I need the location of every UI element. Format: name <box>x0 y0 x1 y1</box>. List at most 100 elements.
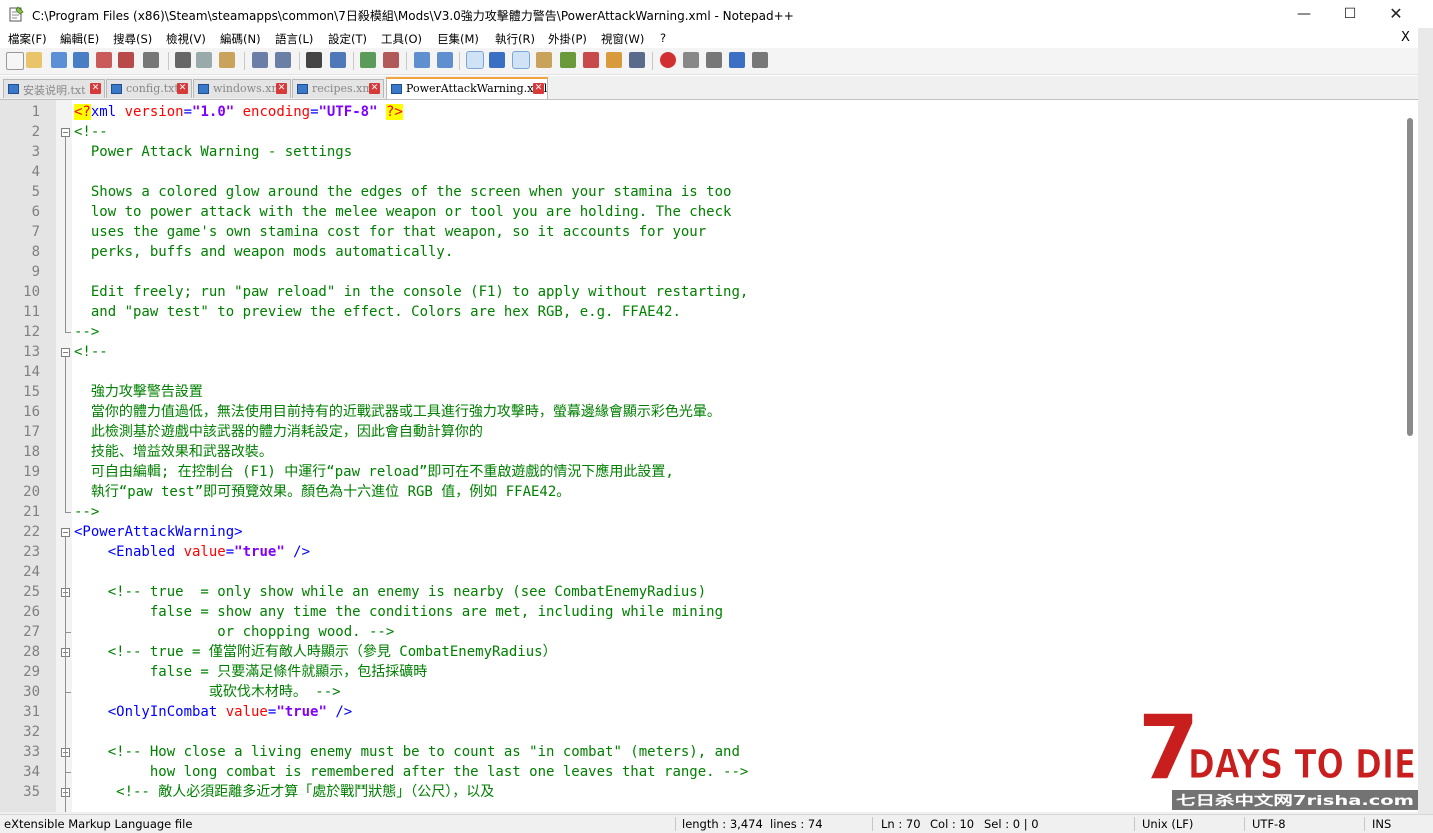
code-line[interactable]: false = 只要滿足條件就顯示，包括採礦時 <box>74 662 427 682</box>
close-document-icon[interactable]: X <box>1401 30 1410 45</box>
document-map-icon[interactable] <box>560 52 576 68</box>
menu-plugins[interactable]: 外掛(P) <box>548 31 587 47</box>
code-token: = <box>183 104 193 120</box>
code-line[interactable]: Power Attack Warning - settings <box>74 142 352 162</box>
run-macro-multiple-icon[interactable] <box>729 52 745 68</box>
menu-search[interactable]: 搜尋(S) <box>113 31 152 47</box>
code-line[interactable]: low to power attack with the melee weapo… <box>74 202 732 222</box>
word-wrap-icon[interactable] <box>466 51 484 69</box>
maximize-button[interactable]: ☐ <box>1327 0 1373 28</box>
code-line[interactable]: 當你的體力值過低，無法使用目前持有的近戰武器或工具進行強力攻擊時，螢幕邊緣會顯示… <box>74 402 721 422</box>
menu-help[interactable]: ? <box>660 31 666 45</box>
close-file-icon[interactable] <box>96 52 112 68</box>
folder-as-workspace-icon[interactable] <box>606 52 622 68</box>
line-number: 2 <box>31 124 40 140</box>
code-line[interactable]: perks, buffs and weapon mods automatical… <box>74 242 453 262</box>
code-line[interactable]: <!-- true = 僅當附近有敵人時顯示（參見 CombatEnemyRad… <box>74 642 557 662</box>
code-line[interactable]: --> <box>74 502 99 522</box>
code-line[interactable]: Shows a colored glow around the edges of… <box>74 182 732 202</box>
menu-window[interactable]: 視窗(W) <box>601 31 644 47</box>
tab-recipes-xml[interactable]: recipes.xml ✕ <box>292 79 384 98</box>
tab-close-icon[interactable]: ✕ <box>90 83 101 94</box>
close-window-button[interactable]: ✕ <box>1373 0 1419 28</box>
tab-windows-xml[interactable]: windows.xml ✕ <box>193 79 291 98</box>
open-file-icon[interactable] <box>26 52 42 68</box>
record-macro-icon[interactable] <box>660 52 676 68</box>
fold-toggle-icon[interactable] <box>61 528 70 537</box>
menu-encoding[interactable]: 編碼(N) <box>220 31 261 47</box>
undo-icon[interactable] <box>252 52 268 68</box>
code-line[interactable]: <Enabled value="true" /> <box>74 542 310 562</box>
sync-vertical-icon[interactable] <box>414 52 430 68</box>
code-line[interactable]: uses the game's own stamina cost for tha… <box>74 222 706 242</box>
code-line[interactable]: Edit freely; run "paw reload" in the con… <box>74 282 748 302</box>
redo-icon[interactable] <box>275 52 291 68</box>
tab-close-icon[interactable]: ✕ <box>369 83 380 94</box>
status-eol-format[interactable]: Unix (LF) <box>1142 815 1193 833</box>
code-line[interactable]: <!-- true = only show while an enemy is … <box>74 582 706 602</box>
code-line[interactable]: 強力攻擊警告設置 <box>74 382 203 402</box>
show-all-characters-icon[interactable] <box>489 52 505 68</box>
code-line[interactable]: <?xml version="1.0" encoding="UTF-8" ?> <box>74 102 403 122</box>
tab-install-notes[interactable]: 安装说明.txt ✕ <box>3 79 105 98</box>
menu-edit[interactable]: 編輯(E) <box>60 31 99 47</box>
tab-config-txt[interactable]: config.txt ✕ <box>106 79 192 98</box>
code-line[interactable]: 可自由編輯; 在控制台 (F1) 中運行“paw reload”即可在不重啟遊戲… <box>74 462 674 482</box>
code-line[interactable]: and "paw test" to preview the effect. Co… <box>74 302 681 322</box>
zoom-in-icon[interactable] <box>360 52 376 68</box>
menu-language[interactable]: 語言(L) <box>275 31 313 47</box>
code-line[interactable]: 執行“paw test”即可預覽效果。顏色為十六進位 RGB 值，例如 FFAE… <box>74 482 570 502</box>
code-line[interactable]: 或砍伐木材時。 --> <box>74 682 341 702</box>
tab-close-icon[interactable]: ✕ <box>177 83 188 94</box>
tab-close-icon[interactable]: ✕ <box>533 83 544 94</box>
print-icon[interactable] <box>143 52 159 68</box>
monitoring-eye-icon[interactable] <box>629 52 645 68</box>
minimize-button[interactable]: — <box>1281 0 1327 28</box>
code-line[interactable]: 技能、增益效果和武器改裝。 <box>74 442 273 462</box>
function-list-icon[interactable] <box>583 52 599 68</box>
tab-close-icon[interactable]: ✕ <box>276 83 287 94</box>
menu-settings[interactable]: 設定(T) <box>328 31 367 47</box>
fold-toggle-icon[interactable] <box>61 348 70 357</box>
copy-icon[interactable] <box>196 52 212 68</box>
status-insert-mode[interactable]: INS <box>1372 815 1391 833</box>
menu-tools[interactable]: 工具(O) <box>381 31 422 47</box>
tab-powerattackwarning-xml[interactable]: PowerAttackWarning.xml ✕ <box>386 77 548 99</box>
paste-icon[interactable] <box>219 52 235 68</box>
fold-toggle-icon[interactable] <box>61 128 70 137</box>
code-token: uses the game's own stamina cost for tha… <box>74 224 707 240</box>
code-line[interactable]: <!-- <box>74 342 108 362</box>
code-line[interactable]: <!-- <box>74 122 108 142</box>
code-line[interactable]: <PowerAttackWarning> <box>74 522 243 542</box>
vertical-scrollbar-thumb[interactable] <box>1407 118 1413 436</box>
user-defined-language-icon[interactable] <box>536 52 552 68</box>
replace-icon[interactable] <box>330 52 346 68</box>
code-line[interactable]: <OnlyInCombat value="true" /> <box>74 702 352 722</box>
save-all-icon[interactable] <box>73 52 89 68</box>
code-line[interactable]: --> <box>74 322 99 342</box>
code-line[interactable]: <!-- 敵人必須距離多近才算「處於戰鬥狀態」（公尺），以及 <box>74 782 494 802</box>
save-macro-icon[interactable] <box>752 52 768 68</box>
code-line[interactable]: or chopping wood. --> <box>74 622 394 642</box>
cut-icon[interactable] <box>175 52 191 68</box>
indent-guide-icon[interactable] <box>512 51 530 69</box>
code-line[interactable]: <!-- How close a living enemy must be to… <box>74 742 740 762</box>
find-icon[interactable] <box>306 52 322 68</box>
stop-macro-icon[interactable] <box>683 52 699 68</box>
new-file-icon[interactable] <box>6 52 24 70</box>
menu-run[interactable]: 執行(R) <box>495 31 535 47</box>
code-line[interactable]: false = show any time the conditions are… <box>74 602 723 622</box>
zoom-out-icon[interactable] <box>383 52 399 68</box>
code-line[interactable]: 此檢測基於遊戲中該武器的體力消耗設定，因此會自動計算你的 <box>74 422 483 442</box>
menu-view[interactable]: 檢視(V) <box>166 31 206 47</box>
fold-margin[interactable] <box>56 100 72 812</box>
play-macro-icon[interactable] <box>706 52 722 68</box>
code-line[interactable]: how long combat is remembered after the … <box>74 762 748 782</box>
save-icon[interactable] <box>51 52 67 68</box>
close-all-icon[interactable] <box>118 52 134 68</box>
status-encoding[interactable]: UTF-8 <box>1252 815 1286 833</box>
menu-macro[interactable]: 巨集(M) <box>437 31 479 47</box>
menu-file[interactable]: 檔案(F) <box>8 31 47 47</box>
notepadpp-app-icon <box>9 6 24 22</box>
sync-horizontal-icon[interactable] <box>437 52 453 68</box>
